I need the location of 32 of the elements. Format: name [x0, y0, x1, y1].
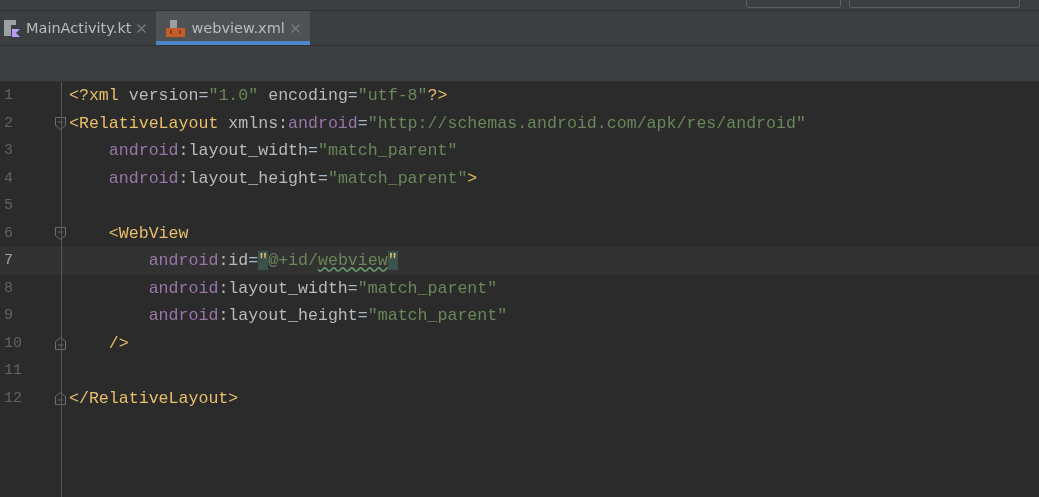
line-number: 8 — [3, 279, 14, 297]
line-number: 11 — [3, 362, 23, 380]
fold-icon[interactable] — [55, 336, 66, 350]
xml-file-icon — [166, 19, 186, 37]
line-number: 6 — [3, 224, 14, 242]
line-number: 4 — [3, 169, 14, 187]
code-line: <WebView — [107, 223, 189, 243]
close-icon[interactable] — [290, 23, 300, 33]
line-number: 12 — [3, 389, 23, 407]
line-number: 3 — [3, 142, 14, 160]
line-number: 9 — [3, 307, 14, 325]
kotlin-file-icon — [2, 19, 20, 37]
line-number: 7 — [3, 252, 14, 270]
fold-icon[interactable] — [55, 116, 66, 130]
code-line: <?xml version="1.0" encoding="utf-8"?> — [69, 86, 448, 106]
code-line: android:layout_width="match_parent" — [107, 141, 458, 161]
code-line: </RelativeLayout> — [69, 388, 239, 408]
line-number: 5 — [3, 197, 14, 215]
code-line: android:layout_height="match_parent" — [147, 306, 508, 326]
code-line: android:layout_width="match_parent" — [147, 278, 498, 298]
fold-icon[interactable] — [55, 226, 66, 240]
editor-tab[interactable]: MainActivity.kt — [0, 11, 157, 45]
editor-tab[interactable]: webview.xml — [156, 11, 310, 45]
line-number: 1 — [3, 87, 14, 105]
code-line: <RelativeLayout xmlns:android="http://schemas.android.com/apk/res/android" — [69, 113, 806, 133]
fold-icon[interactable] — [55, 391, 66, 405]
line-number: 2 — [3, 114, 14, 132]
code-line: android:id="@+id/webview" — [147, 251, 398, 271]
line-number: 10 — [3, 334, 23, 352]
code-line: /> — [107, 333, 129, 353]
code-line: android:layout_height="match_parent"> — [107, 168, 478, 188]
close-icon[interactable] — [137, 23, 147, 33]
